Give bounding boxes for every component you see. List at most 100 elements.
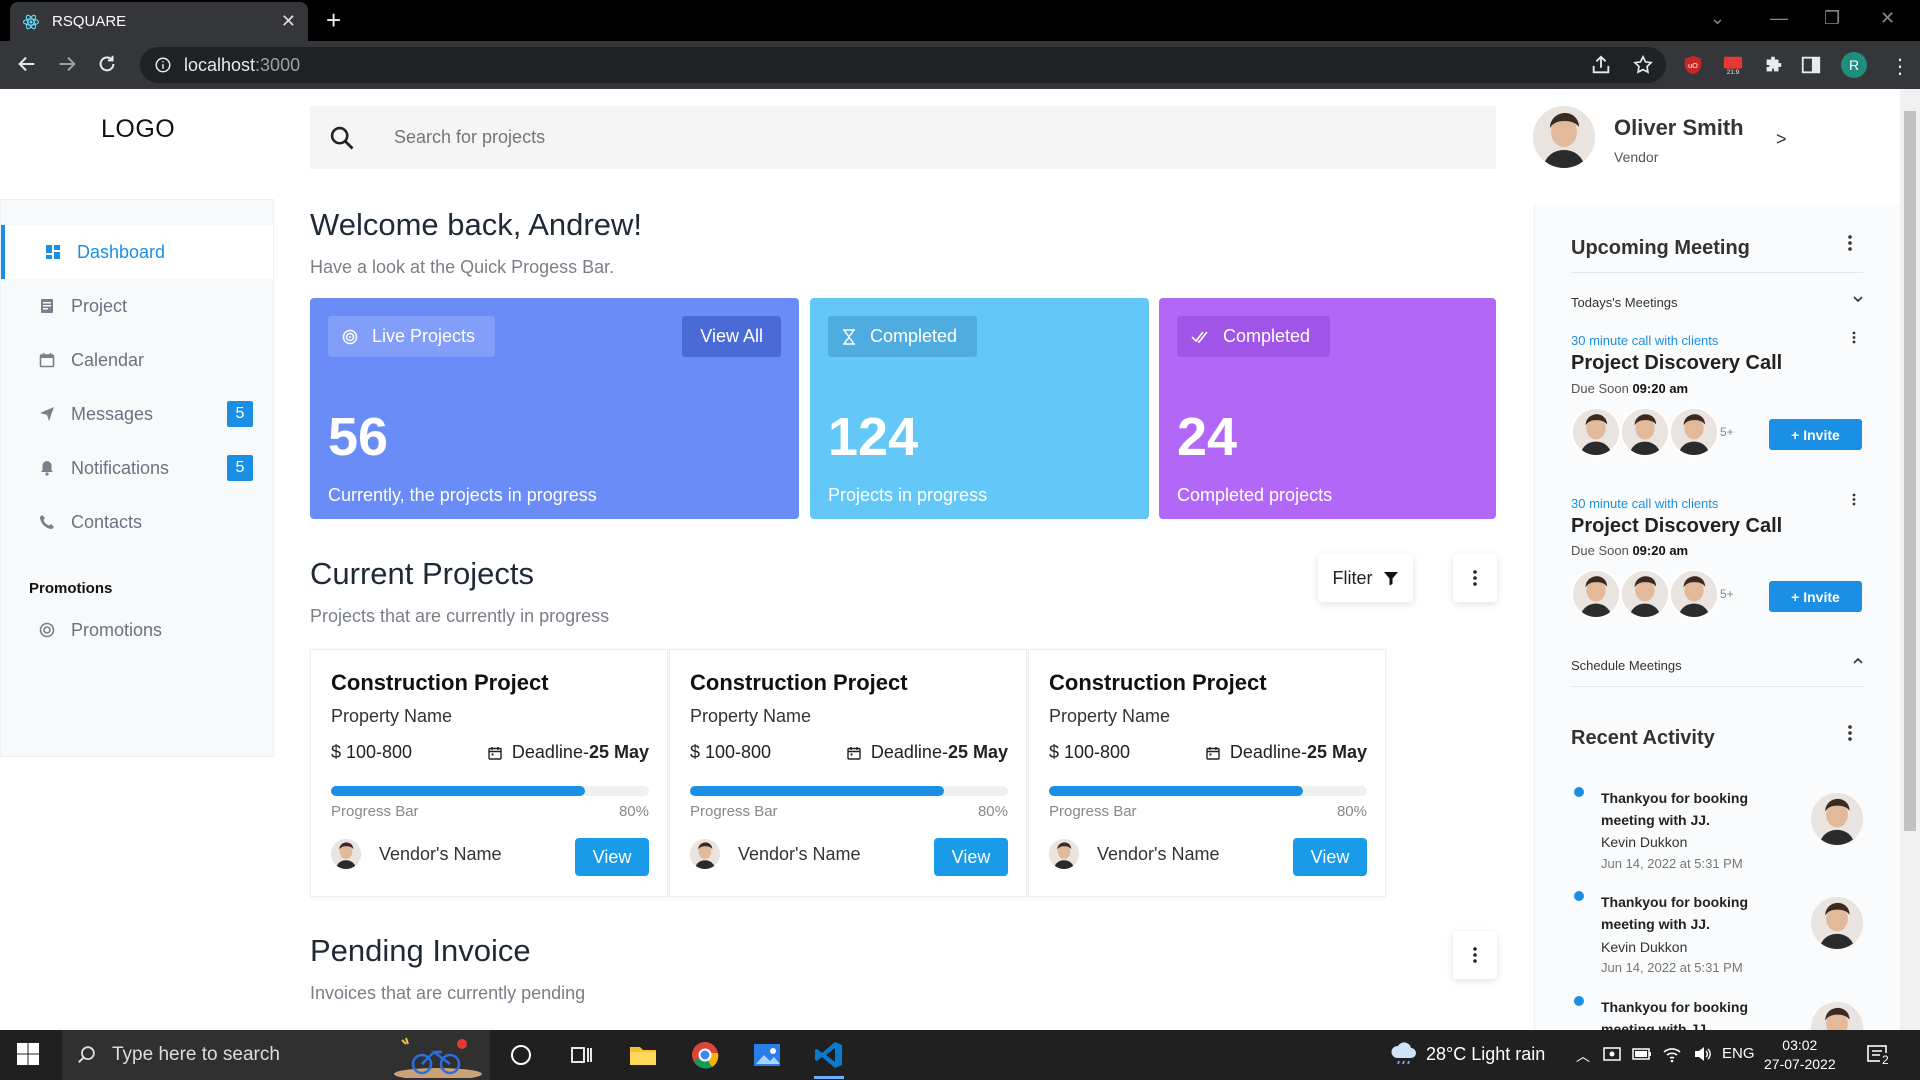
hourglass-icon — [842, 328, 856, 345]
invoice-more-button[interactable] — [1453, 931, 1497, 979]
aspect-ratio-extension-icon[interactable]: 21:9 — [1722, 54, 1744, 76]
back-icon[interactable] — [16, 53, 38, 75]
kebab-icon[interactable] — [1848, 725, 1852, 741]
browser-tab-bar: RSQUARE ✕ + ⌄ — ❐ ✕ — [0, 0, 1920, 41]
sidebar-item-label: Contacts — [71, 511, 143, 532]
share-icon[interactable] — [1590, 54, 1612, 76]
progress-label: Progress Bar — [690, 803, 778, 820]
stat-pill-label: Live Projects — [372, 326, 476, 346]
sidebar-item-label: Dashboard — [77, 241, 166, 262]
minimize-icon[interactable]: — — [1770, 8, 1788, 29]
profile-avatar-icon[interactable]: R — [1840, 51, 1868, 79]
forward-icon[interactable] — [56, 53, 78, 75]
kebab-icon[interactable] — [1848, 235, 1852, 251]
promotions-heading: Promotions — [29, 580, 113, 597]
activity-text: Thankyou for booking meeting with JJ. — [1601, 894, 1748, 932]
meet-now-icon[interactable] — [1602, 1044, 1622, 1064]
meeting-link[interactable]: 30 minute call with clients — [1571, 496, 1718, 511]
profile-avatar[interactable] — [1533, 106, 1595, 168]
close-window-icon[interactable]: ✕ — [1880, 8, 1895, 29]
notification-count: 2 — [1880, 1053, 1891, 1067]
meeting-link[interactable]: 30 minute call with clients — [1571, 333, 1718, 348]
kebab-icon[interactable] — [1852, 493, 1856, 506]
ublock-icon[interactable]: uO — [1682, 54, 1704, 76]
taskbar-search[interactable]: Type here to search — [62, 1030, 490, 1080]
clock[interactable]: 03:02 27-07-2022 — [1764, 1036, 1836, 1074]
sidebar-item-messages[interactable]: Messages 5 — [1, 387, 273, 441]
address-bar[interactable]: localhost:3000 — [140, 47, 1666, 83]
task-view-icon[interactable] — [506, 1040, 536, 1070]
view-project-button[interactable]: View — [1293, 838, 1367, 876]
sidebar-item-notifications[interactable]: Notifications 5 — [1, 441, 273, 495]
sidebar: Dashboard Project Calendar Messages 5 No… — [0, 199, 274, 757]
projects-more-button[interactable] — [1453, 554, 1497, 602]
star-icon[interactable] — [1632, 54, 1654, 76]
browser-toolbar: localhost:3000 uO 21:9 R ⋮ — [0, 41, 1920, 89]
browser-tab[interactable]: RSQUARE ✕ — [10, 2, 308, 41]
divider — [1571, 686, 1863, 687]
attendee-avatars: 5+ — [1571, 407, 1734, 457]
scrollbar-thumb[interactable] — [1904, 111, 1916, 831]
view-all-button[interactable]: View All — [682, 316, 781, 357]
logo: LOGO — [101, 115, 176, 143]
language-indicator[interactable]: ENG — [1722, 1045, 1755, 1062]
clock-date: 27-07-2022 — [1764, 1056, 1836, 1072]
view-project-button[interactable]: View — [575, 838, 649, 876]
schedule-meetings-label: Schedule Meetings — [1571, 658, 1682, 673]
due-label: Due Soon — [1571, 381, 1629, 396]
close-tab-icon[interactable]: ✕ — [281, 11, 296, 32]
search-bar[interactable] — [310, 106, 1496, 169]
multitask-icon[interactable] — [566, 1040, 596, 1070]
restore-icon[interactable]: ❐ — [1824, 8, 1840, 29]
pending-invoice-subtitle: Invoices that are currently pending — [310, 983, 586, 1003]
sidebar-item-label: Messages — [71, 403, 154, 424]
kebab-icon[interactable] — [1852, 331, 1856, 344]
sidebar-item-calendar[interactable]: Calendar — [1, 333, 273, 387]
invite-button[interactable]: + Invite — [1769, 419, 1862, 450]
chevron-down-icon[interactable] — [1853, 295, 1863, 303]
url-port: :3000 — [255, 54, 301, 75]
search-input[interactable] — [394, 127, 1094, 148]
project-card: Construction Project Property Name $ 100… — [669, 649, 1027, 897]
weather-widget[interactable]: 28°C Light rain — [1390, 1042, 1545, 1066]
filter-button[interactable]: Fliter — [1318, 554, 1413, 602]
svg-text:uO: uO — [1688, 61, 1698, 70]
sidebar-item-promotions[interactable]: Promotions — [1, 603, 273, 657]
info-icon[interactable] — [154, 56, 172, 74]
stat-pill: Completed — [1177, 316, 1331, 357]
chevron-up-icon[interactable] — [1853, 657, 1863, 665]
file-explorer-icon[interactable] — [628, 1040, 658, 1070]
tab-title: RSQUARE — [52, 13, 127, 30]
photos-icon[interactable] — [752, 1040, 782, 1070]
volume-icon[interactable] — [1692, 1044, 1712, 1064]
wifi-icon[interactable] — [1662, 1044, 1682, 1064]
puzzle-icon[interactable] — [1762, 54, 1784, 76]
progress-bar — [690, 786, 1008, 796]
chrome-icon[interactable] — [690, 1040, 720, 1070]
vscode-icon[interactable] — [814, 1040, 844, 1070]
progress-percent: 80% — [618, 803, 649, 820]
upcoming-meeting-title: Upcoming Meeting — [1571, 237, 1750, 259]
reload-icon[interactable] — [96, 53, 118, 75]
invite-button[interactable]: + Invite — [1769, 581, 1862, 612]
battery-icon[interactable] — [1632, 1046, 1652, 1062]
profile-arrow-icon[interactable]: > — [1776, 129, 1787, 150]
progress-label: Progress Bar — [1049, 803, 1137, 820]
notification-center-icon[interactable]: 2 — [1866, 1043, 1891, 1067]
due-time: 09:20 am — [1632, 543, 1689, 558]
side-panel-icon[interactable] — [1800, 54, 1822, 76]
sidebar-item-dashboard[interactable]: Dashboard — [1, 225, 273, 279]
windows-start-icon[interactable] — [16, 1042, 46, 1072]
meeting-title: Project Discovery Call — [1571, 352, 1783, 374]
sidebar-item-contacts[interactable]: Contacts — [1, 495, 273, 549]
new-tab-button[interactable]: + — [326, 6, 341, 34]
chevron-down-icon[interactable]: ⌄ — [1710, 8, 1725, 29]
double-check-icon — [1191, 330, 1209, 344]
sidebar-item-project[interactable]: Project — [1, 279, 273, 333]
page-scrollbar[interactable] — [1900, 89, 1920, 1030]
stat-card-in-progress: Completed 124 Projects in progress — [810, 298, 1149, 519]
browser-menu-icon[interactable]: ⋮ — [1890, 54, 1912, 78]
chevron-up-icon[interactable]: ︿ — [1576, 1046, 1590, 1066]
kebab-icon — [1473, 947, 1477, 963]
view-project-button[interactable]: View — [934, 838, 1008, 876]
